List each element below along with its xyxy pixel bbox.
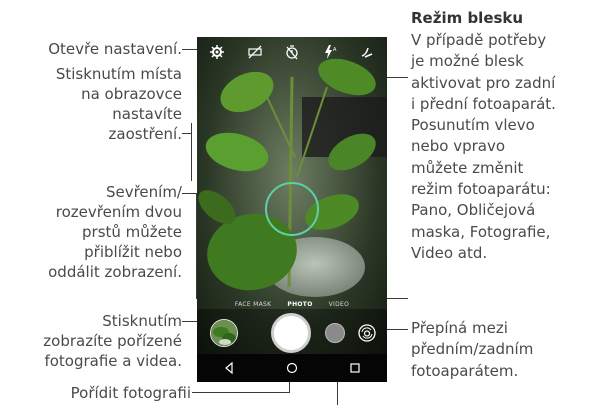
svg-text:A: A (333, 47, 337, 53)
focus-ring (265, 182, 319, 236)
annotation-flash-title: Režim blesku (411, 9, 524, 27)
annotation-zoom: Sevřením/ rozevřením dvou prstů můžete p… (48, 183, 182, 281)
annotation-shutter: Pořídit fotografii (70, 384, 191, 402)
leader-zoom-h (182, 193, 197, 194)
gallery-thumbnail[interactable] (210, 319, 238, 347)
timer-off-icon[interactable] (282, 42, 302, 62)
settings-icon[interactable] (207, 42, 227, 62)
navigation-bar (197, 354, 387, 382)
camera-viewfinder[interactable]: A FACE MASK PHOTO VIDEO (197, 37, 387, 382)
flash-auto-icon[interactable]: A (320, 42, 340, 62)
mode-face-mask[interactable]: FACE MASK (235, 301, 272, 308)
hdr-off-icon[interactable] (245, 42, 265, 62)
filter-button[interactable] (325, 323, 345, 343)
annotation-settings: Otevře nastavení. (48, 40, 182, 58)
leader-focus-v (191, 123, 192, 181)
annotation-gallery: Stisknutím zobrazíte pořízené fotografie… (43, 312, 182, 370)
recents-icon[interactable] (349, 362, 361, 374)
mode-video[interactable]: VIDEO (329, 301, 350, 308)
mode-photo[interactable]: PHOTO (287, 301, 312, 308)
mode-selector[interactable]: FACE MASK PHOTO VIDEO (197, 297, 387, 311)
switch-camera-button[interactable] (355, 321, 379, 345)
back-icon[interactable] (223, 362, 235, 374)
annotation-focus: Stisknutím místa na obrazovce nastavíte … (55, 65, 182, 143)
shutter-button[interactable] (271, 313, 311, 353)
camera-top-bar: A (197, 37, 387, 67)
beauty-icon[interactable] (357, 42, 377, 62)
annotation-switch-camera: Přepíná mezi předním/zadním fotoaparátem… (411, 319, 534, 380)
leader-shutter-h (192, 392, 289, 393)
annotation-flash-body: V případě potřeby je možné blesk aktivov… (411, 31, 556, 262)
home-icon[interactable] (286, 362, 298, 374)
